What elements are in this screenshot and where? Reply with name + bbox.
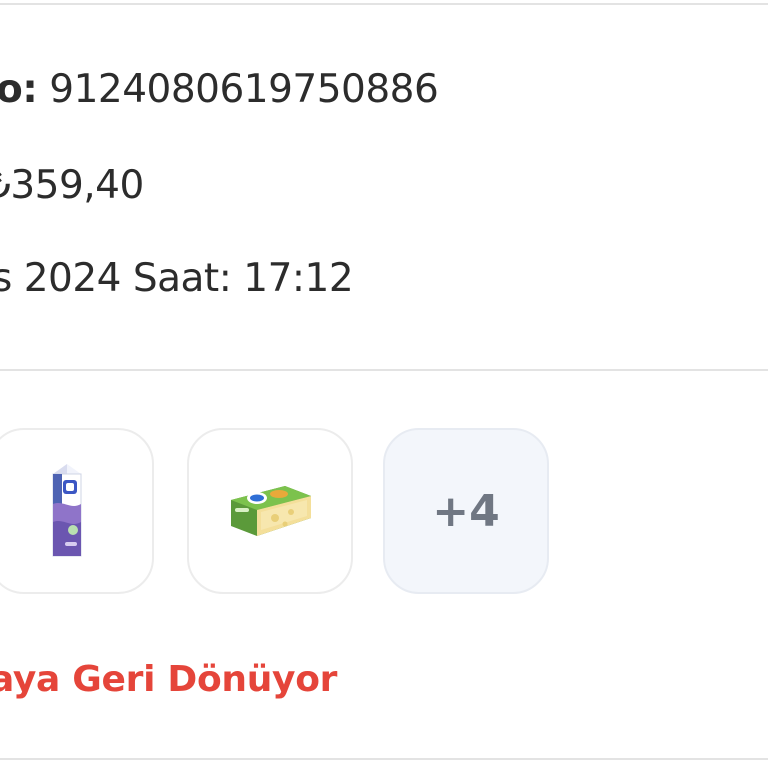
product-thumbnail[interactable] [187,428,353,594]
section-divider [0,369,768,371]
order-card: o: 9124080619750886 ₺359,40 s 2024 Saat:… [0,0,768,768]
cheese-slices-product-icon [231,486,311,536]
bottom-divider [0,758,768,760]
more-products-count: +4 [432,485,500,537]
order-time-label: Saat: [132,256,232,301]
milk-carton-product-icon [52,464,82,557]
order-date-value: s 2024 [0,256,121,301]
product-thumbnail[interactable] [0,428,154,594]
more-products-button[interactable]: +4 [383,428,549,594]
order-status-text: aya Geri Dönüyor [0,659,338,700]
order-total-line: ₺359,40 [0,162,144,210]
order-number-label: o: [0,67,38,112]
order-number-value: 9124080619750886 [49,67,439,112]
top-divider [0,3,768,5]
order-total-value: ₺359,40 [0,163,144,208]
order-date-line: s 2024 Saat: 17:12 [0,255,354,303]
order-number-line: o: 9124080619750886 [0,66,439,114]
order-time-value: 17:12 [243,256,354,301]
